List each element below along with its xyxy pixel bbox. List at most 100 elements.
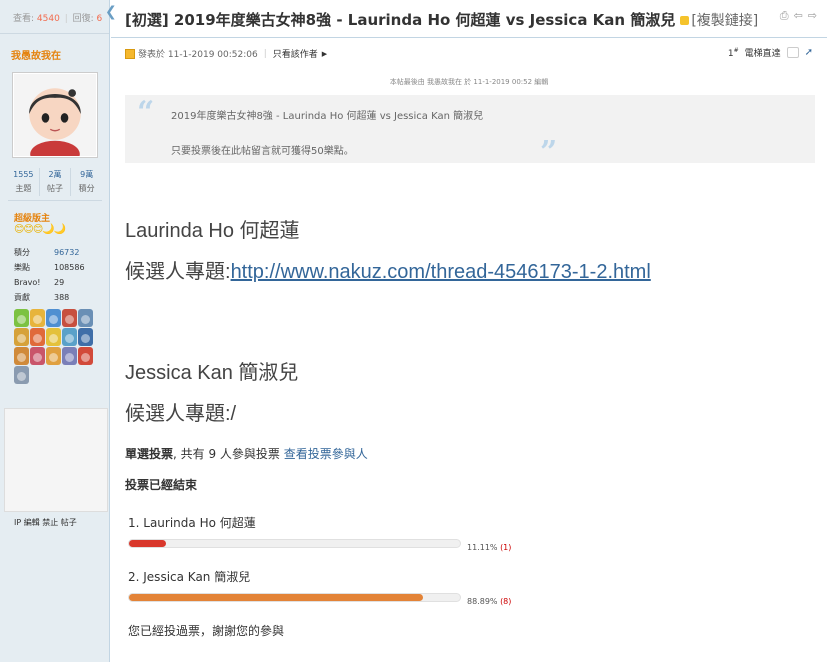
medal-icon[interactable] (46, 328, 61, 346)
medal-icon[interactable] (14, 347, 29, 365)
candidate-1-name: Laurinda Ho 何超蓮 (125, 220, 300, 242)
medal-icon[interactable] (14, 328, 29, 346)
poll-header: 單選投票, 共有 9 人參與投票 查看投票參與人 (125, 445, 368, 462)
only-author-link[interactable]: 只看該作者 (273, 47, 318, 60)
count-posts-label: 帖子 (47, 184, 63, 193)
candidate-1-topic-label: 候選人專題: (125, 261, 231, 283)
poll-option-1-count: (1) (500, 543, 512, 552)
info-value: 96732 (54, 248, 80, 257)
quote-line-1: 2019年度樂古女神8強 - Laurinda Ho 何超蓮 vs Jessic… (171, 111, 484, 122)
lock-icon (680, 16, 690, 25)
view-voters-link[interactable]: 查看投票參與人 (284, 447, 368, 461)
signature-area (4, 408, 108, 512)
medal-icon[interactable] (46, 347, 61, 365)
medal-icon[interactable] (62, 328, 77, 346)
count-topics-label: 主題 (15, 184, 32, 193)
info-value: 108586 (54, 263, 85, 272)
author-username[interactable]: 我愚故我在 (11, 47, 61, 62)
medal-icon[interactable] (78, 328, 93, 346)
info-key: 積分 (14, 248, 30, 257)
candidate-2-topic: 候選人專題:/ (125, 403, 237, 425)
count-credits-value: 9萬 (80, 170, 94, 179)
info-value: 29 (54, 278, 65, 287)
medal-list (14, 309, 98, 384)
avatar-icon (14, 74, 96, 156)
medal-icon[interactable] (30, 309, 45, 327)
quote-block: “ 2019年度樂古女神8強 - Laurinda Ho 何超蓮 vs Jess… (125, 95, 815, 170)
medal-icon[interactable] (78, 309, 93, 327)
poll-option-1-label: 1. Laurinda Ho 何超蓮 (128, 516, 256, 530)
poll-type: 單選投票 (125, 447, 174, 461)
count-topics[interactable]: 1555 主題 (8, 168, 40, 196)
poll-option-2-fill (129, 594, 424, 601)
poll-option-1-bar (128, 539, 461, 548)
medal-icon[interactable] (14, 309, 29, 327)
medal-icon[interactable] (14, 366, 29, 384)
prev-thread-icon[interactable]: ⇦ (794, 9, 803, 23)
author-counts: 1555 主題 2萬帖子 9萬積分 (8, 168, 102, 201)
thread-tools: ⎙ ⇦ ⇨ (780, 9, 817, 23)
poll-option-2-label: 2. Jessica Kan 簡淑兒 (128, 570, 251, 584)
author-sidebar: 查看: 4540 | 回復: 6 ❮ 我愚故我在 1555 主題 2萬 帖子 9萬積… (0, 0, 117, 662)
info-key: 樂點 (14, 263, 30, 272)
medal-icon[interactable] (78, 347, 93, 365)
candidate-1-topic: 候選人專題:http://www.nakuz.com/thread-454617… (125, 255, 651, 284)
count-posts-value: 2萬 (48, 170, 62, 179)
count-credits[interactable]: 9萬積分 (71, 168, 102, 196)
meta-divider: | (263, 48, 267, 59)
post-status-icon (125, 48, 135, 59)
thread-title-row: [初選] 2019年度樂古女神8強 - Laurinda Ho 何超蓮 vs J… (125, 9, 815, 30)
replies-count: 6 (96, 14, 103, 24)
count-credits-label: 積分 (78, 184, 95, 193)
avatar[interactable] (12, 72, 98, 158)
views-count: 4540 (36, 14, 60, 24)
print-icon[interactable]: ⎙ (780, 9, 789, 23)
title-divider (111, 37, 827, 38)
floor-number-sup: # (733, 46, 739, 54)
medal-icon[interactable] (62, 347, 77, 365)
floor-number: 1# (728, 47, 739, 59)
quote-line-2: 只要投票後在此帖留言就可獲得50樂點。 (171, 146, 354, 157)
replies-label: 回復: (72, 14, 94, 24)
author-rank[interactable]: 超級版主 (14, 211, 50, 224)
copy-link-button[interactable]: [複製鏈接] (691, 13, 758, 29)
poll-option-1-percent: 11.11% (467, 543, 498, 552)
post-meta: 發表於 11-1-2019 00:52:06 | 只看該作者 ▶ (125, 47, 327, 60)
voted-message: 您已經投過票，謝謝您的參與 (128, 624, 285, 638)
medal-icon[interactable] (30, 328, 45, 346)
go-floor-icon[interactable]: ➚ (805, 47, 813, 58)
poll-ended-label: 投票已經結束 (125, 478, 198, 492)
next-thread-icon[interactable]: ⇨ (808, 9, 817, 23)
thread-stats: 查看: 4540 | 回復: 6 (0, 0, 109, 34)
poll-option-1-fill (129, 540, 166, 547)
poll-option-1-result: 11.11% (1) (467, 543, 511, 552)
poll-option-2-result: 88.89% (8) (467, 597, 511, 606)
quote-open-icon: “ (137, 95, 155, 130)
quote-close-icon: ” (540, 135, 558, 170)
caret-right-icon: ▶ (321, 49, 328, 58)
candidate-2-name: Jessica Kan 簡淑兒 (125, 362, 299, 384)
admin-actions[interactable]: IP 編輯 禁止 帖子 (14, 517, 77, 528)
rank-stars-icon: 😊😊😊🌙🌙 (14, 224, 66, 235)
views-label: 查看: (13, 14, 35, 24)
floor-input[interactable] (786, 47, 799, 58)
medal-icon[interactable] (30, 347, 45, 365)
poll-option-2-percent: 88.89% (467, 597, 498, 606)
floor-nav: 1# 電梯直達 ➚ (728, 46, 813, 60)
poll-option-2-bar (128, 593, 461, 602)
poll-summary: , 共有 9 人參與投票 (173, 447, 280, 461)
poll-option-2-count: (8) (500, 597, 512, 606)
info-value: 388 (54, 293, 70, 302)
posted-at: 發表於 11-1-2019 00:52:06 (138, 50, 258, 60)
elevator-label: 電梯直達 (744, 49, 781, 59)
thread-title: [初選] 2019年度樂古女神8強 - Laurinda Ho 何超蓮 vs J… (125, 11, 676, 29)
candidate-1-topic-link[interactable]: http://www.nakuz.com/thread-4546173-1-2.… (231, 261, 651, 283)
count-posts[interactable]: 2萬帖子 (40, 168, 72, 196)
post-main: [初選] 2019年度樂古女神8強 - Laurinda Ho 何超蓮 vs J… (111, 0, 827, 662)
medal-icon[interactable] (46, 309, 61, 327)
stats-divider: | (64, 14, 68, 24)
info-key: Bravo! (14, 278, 41, 287)
info-key: 貢獻 (14, 293, 30, 302)
medal-icon[interactable] (62, 309, 77, 327)
author-info: 積分 96732 樂點 108586 Bravo! 29 貢獻 388 (14, 245, 85, 305)
